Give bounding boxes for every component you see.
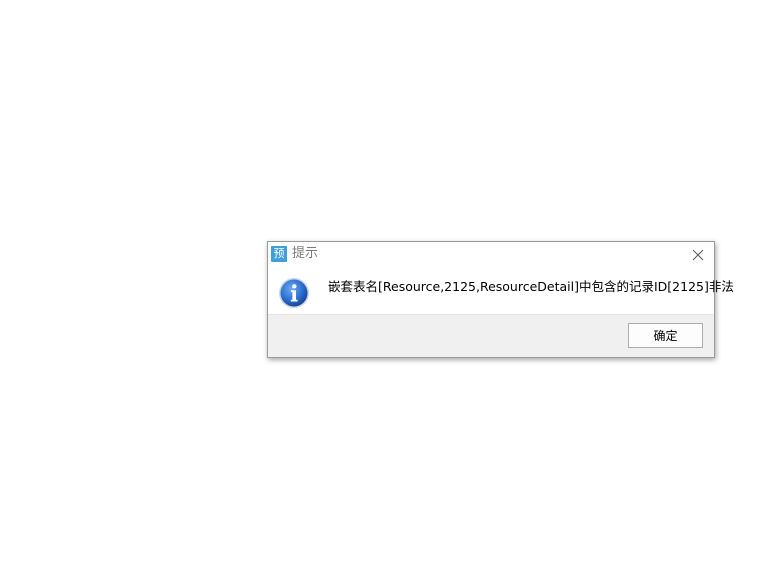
message-dialog: 预 提示 嵌套表名[Resource,2125,ResourceDetail]中 bbox=[267, 241, 734, 358]
dialog-footer: 确定 bbox=[268, 314, 714, 357]
dialog-title: 提示 bbox=[292, 246, 319, 261]
app-icon: 预 bbox=[271, 246, 287, 262]
close-button[interactable] bbox=[686, 244, 710, 266]
close-icon bbox=[692, 249, 704, 261]
dialog-titlebar: 预 提示 bbox=[268, 242, 714, 268]
dialog-body: 嵌套表名[Resource,2125,ResourceDetail]中包含的记录… bbox=[268, 268, 734, 314]
info-icon bbox=[279, 278, 309, 308]
ok-button[interactable]: 确定 bbox=[628, 323, 703, 348]
dialog-message: 嵌套表名[Resource,2125,ResourceDetail]中包含的记录… bbox=[328, 279, 734, 294]
